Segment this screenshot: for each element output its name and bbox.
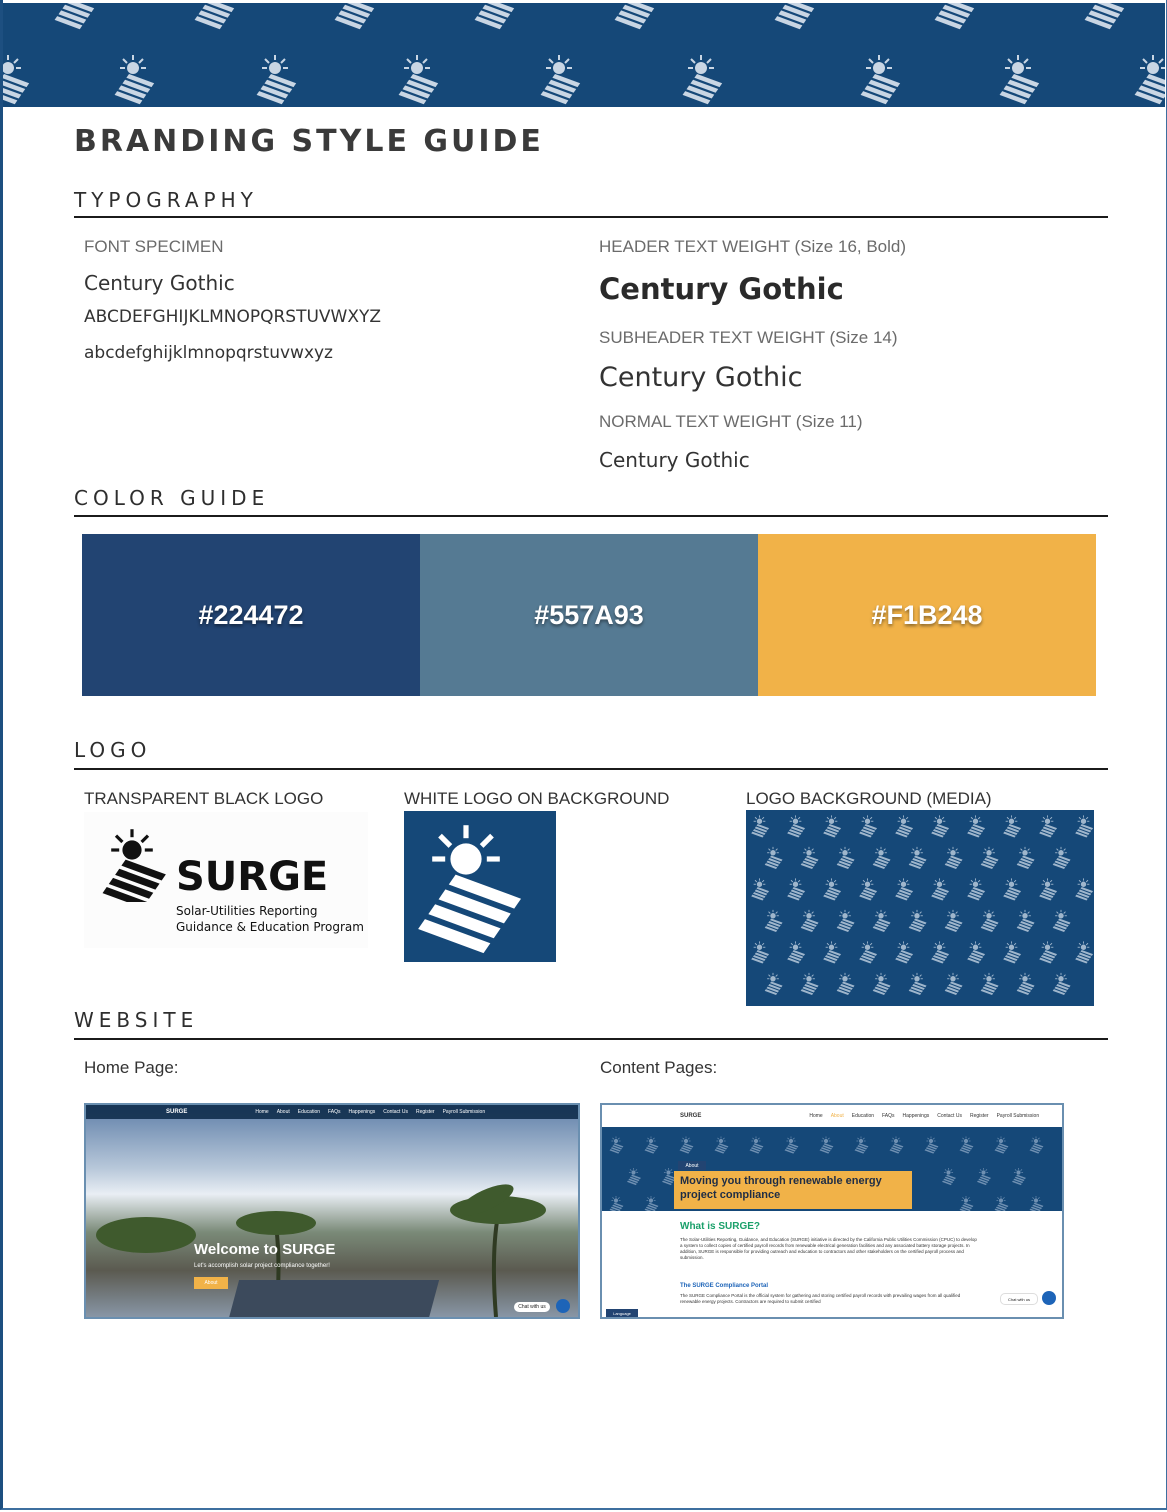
- subheader-sample: Century Gothic: [599, 362, 803, 393]
- transparent-logo-label: TRANSPARENT BLACK LOGO: [84, 789, 324, 808]
- section-logo: LOGO: [74, 738, 152, 762]
- header-sample: Century Gothic: [599, 272, 844, 306]
- logo-background-label: LOGO BACKGROUND (MEDIA): [746, 789, 992, 808]
- color-rule: [74, 515, 1108, 517]
- swatch-primary: #224472: [82, 534, 420, 696]
- home-page-label: Home Page:: [84, 1058, 179, 1077]
- content-nav-item[interactable]: About: [831, 1113, 844, 1119]
- font-specimen-name: Century Gothic: [84, 271, 235, 295]
- content-banner: Moving you through renewable energy proj…: [674, 1171, 912, 1209]
- home-welcome-heading: Welcome to SURGE: [194, 1241, 336, 1258]
- pattern-tiles: [750, 814, 1094, 996]
- logo-background-pattern: [746, 810, 1094, 1006]
- home-chat-button[interactable]: Chat with us: [514, 1302, 550, 1312]
- banner-pattern: [3, 3, 1165, 106]
- logo-wordmark: SURGE: [176, 854, 329, 900]
- page-title: BRANDING STYLE GUIDE: [74, 124, 544, 159]
- sun-panel-white-icon: [404, 811, 556, 962]
- content-nav-item[interactable]: Education: [852, 1113, 874, 1119]
- header-banner: [3, 3, 1165, 107]
- font-lowercase: abcdefghijklmnopqrstuvwxyz: [84, 343, 333, 363]
- transparent-black-logo: SURGE Solar-Utilities Reporting Guidance…: [84, 812, 368, 948]
- section-website: WEBSITE: [74, 1008, 199, 1032]
- white-logo-label: WHITE LOGO ON BACKGROUND: [404, 789, 670, 808]
- website-rule: [74, 1038, 1108, 1040]
- portal-heading: The SURGE Compliance Portal: [680, 1283, 769, 1289]
- font-uppercase: ABCDEFGHIJKLMNOPQRSTUVWXYZ: [84, 307, 382, 327]
- normal-sample: Century Gothic: [599, 448, 750, 472]
- chat-icon[interactable]: [1042, 1291, 1056, 1305]
- chat-icon[interactable]: [556, 1299, 570, 1313]
- font-specimen-label: FONT SPECIMEN: [84, 237, 224, 256]
- content-pages-label: Content Pages:: [600, 1058, 718, 1077]
- content-page-screenshot: SURGE Home About Education FAQs Happenin…: [600, 1103, 1064, 1319]
- language-button[interactable]: Language: [606, 1309, 638, 1317]
- content-nav-item[interactable]: Payroll Submission: [997, 1113, 1040, 1119]
- content-nav-item[interactable]: Contact Us: [937, 1113, 962, 1119]
- home-page-screenshot: SURGE Home About Education FAQs Happenin…: [84, 1103, 580, 1319]
- content-chat-button[interactable]: Chat with us: [1000, 1293, 1038, 1305]
- content-nav-bar: SURGE Home About Education FAQs Happenin…: [602, 1105, 1062, 1127]
- normal-weight-label: NORMAL TEXT WEIGHT (Size 11): [599, 412, 863, 431]
- sun-panel-icon: [100, 827, 168, 902]
- swatch-secondary: #557A93: [420, 534, 758, 696]
- content-nav-item[interactable]: Register: [970, 1113, 989, 1119]
- swatch-accent: #F1B248: [758, 534, 1096, 696]
- portal-body: The SURGE Compliance Portal is the offic…: [680, 1293, 961, 1304]
- content-nav-item[interactable]: Happenings: [903, 1113, 930, 1119]
- logo-tagline-2: Guidance & Education Program: [176, 920, 364, 934]
- home-about-button[interactable]: About: [194, 1277, 228, 1289]
- what-is-surge-heading: What is SURGE?: [680, 1221, 761, 1232]
- subheader-weight-label: SUBHEADER TEXT WEIGHT (Size 14): [599, 328, 898, 347]
- content-about-tag: About: [678, 1161, 706, 1170]
- header-weight-label: HEADER TEXT WEIGHT (Size 16, Bold): [599, 237, 907, 256]
- content-nav-item[interactable]: Home: [809, 1113, 822, 1119]
- content-nav-item[interactable]: FAQs: [882, 1113, 895, 1119]
- white-logo: [404, 811, 556, 962]
- content-nav-logo[interactable]: SURGE: [680, 1113, 701, 1119]
- home-welcome-sub: Let's accomplish solar project complianc…: [194, 1263, 330, 1269]
- section-typography: TYPOGRAPHY: [74, 188, 258, 212]
- typography-rule: [74, 216, 1108, 218]
- logo-rule: [74, 768, 1108, 770]
- palm-trees-image: [96, 1184, 546, 1317]
- logo-tagline-1: Solar-Utilities Reporting: [176, 904, 318, 918]
- what-is-surge-body: The Solar-Utilities Reporting, Guidance,…: [680, 1237, 977, 1260]
- section-color-guide: COLOR GUIDE: [74, 486, 270, 510]
